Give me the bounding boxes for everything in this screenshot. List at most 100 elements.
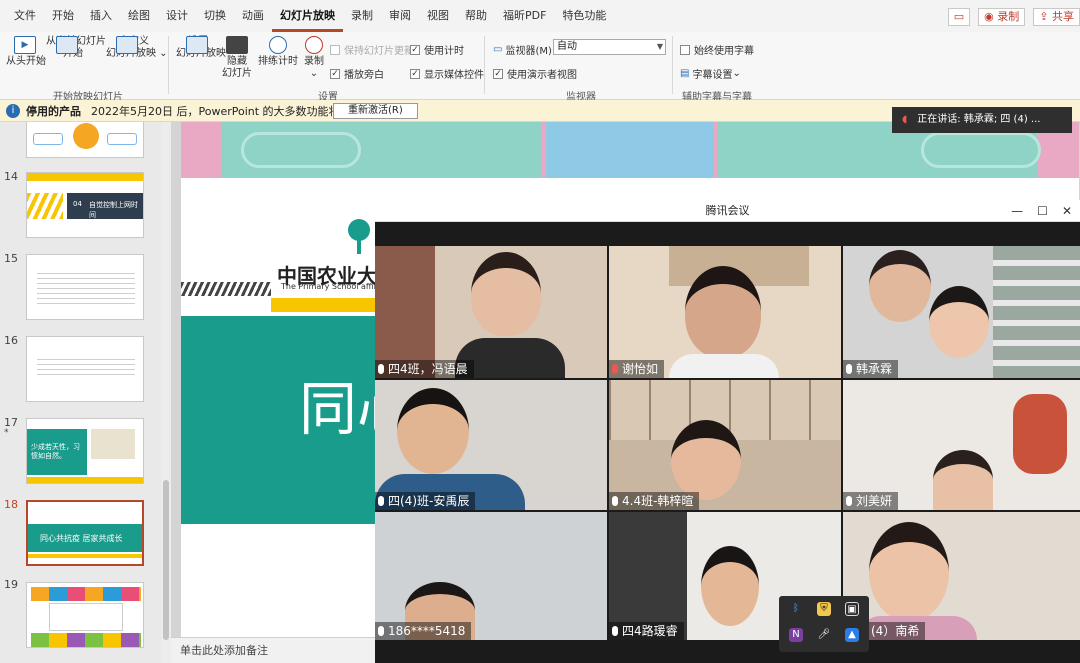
- tab-file[interactable]: 文件: [6, 0, 44, 32]
- comments-icon[interactable]: ▭: [947, 8, 971, 26]
- tab-features[interactable]: 特色功能: [554, 0, 614, 32]
- always-subtitles-checkbox[interactable]: 始终使用字幕: [680, 42, 754, 57]
- security-shield-icon[interactable]: ⛨: [817, 602, 831, 616]
- ribbon-tab-bar: 文件 开始 插入 绘图 设计 切换 动画 幻灯片放映 录制 审阅 视图 帮助 福…: [0, 0, 1080, 32]
- keep-updated-checkbox[interactable]: 保持幻灯片更新: [330, 42, 414, 57]
- subtitle-icon: ▤: [680, 68, 690, 79]
- tab-foxit-pdf[interactable]: 福昕PDF: [495, 0, 554, 32]
- participant-face: [397, 388, 469, 474]
- slide-yellow-bar: [271, 298, 381, 312]
- mic-icon: [846, 364, 852, 374]
- monitor-select[interactable]: 自动 ▼: [553, 39, 666, 55]
- close-icon[interactable]: ✕: [1062, 200, 1072, 222]
- participant-tile[interactable]: 四4班，冯语晨: [375, 246, 607, 378]
- participant-tile[interactable]: 谢怡如: [609, 246, 841, 378]
- hide-slide-button[interactable]: 隐藏 幻灯片: [222, 36, 252, 80]
- participant-body: [669, 354, 779, 378]
- tab-review[interactable]: 审阅: [381, 0, 419, 32]
- slide-cloud-pattern: [241, 132, 361, 168]
- slide-thumbnail-16[interactable]: [26, 336, 144, 402]
- participant-tile[interactable]: 四(4)班-安禹辰: [375, 380, 607, 510]
- mic-icon: [612, 626, 618, 636]
- notes-pane[interactable]: 单击此处添加备注: [171, 637, 376, 663]
- record-button[interactable]: ◉ 录制: [978, 8, 1026, 26]
- tab-view[interactable]: 视图: [419, 0, 457, 32]
- minimize-icon[interactable]: —: [1011, 200, 1023, 222]
- subtitle-settings-button[interactable]: ▤ 字幕设置 ⌄: [680, 66, 741, 81]
- display-icon[interactable]: ▣: [845, 602, 859, 616]
- participant-face: [671, 420, 741, 500]
- tab-home[interactable]: 开始: [44, 0, 82, 32]
- microphone-icon[interactable]: 🎤︎: [817, 628, 831, 642]
- top-right-actions: ▭ ◉ 录制 ⇪ 共享: [947, 8, 1080, 26]
- slide-thumbnail-19[interactable]: [26, 582, 144, 648]
- slide-thumbnail-14[interactable]: 04 自觉控制上网时间: [26, 172, 144, 238]
- check-icon: ✓: [410, 68, 420, 79]
- participant-face: [933, 450, 993, 510]
- record-dot-icon: ◉: [984, 10, 998, 23]
- slide-thumbnail-panel: 14 04 自觉控制上网时间 15 16 17 * 少成若天性，习惯如自然。 1…: [0, 122, 162, 663]
- tencent-meeting-window: 腾讯会议 — ☐ ✕ 四4班，冯语晨 谢怡如 韩承霖 四(4)班-安禹辰 4.4…: [375, 200, 1080, 663]
- share-button[interactable]: ⇪ 共享: [1033, 8, 1080, 26]
- show-media-controls-checkbox[interactable]: ✓ 显示媒体控件: [410, 66, 484, 81]
- participant-tile[interactable]: 韩承霖: [843, 246, 1080, 378]
- meeting-titlebar: 腾讯会议 — ☐ ✕: [375, 200, 1080, 222]
- clock-icon: [269, 36, 287, 54]
- thumb-frame: [49, 603, 123, 631]
- tab-help[interactable]: 帮助: [457, 0, 495, 32]
- slide-thumbnail-13[interactable]: [26, 122, 144, 158]
- participant-tile[interactable]: 4.4班-韩梓暄: [609, 380, 841, 510]
- tab-transitions[interactable]: 切换: [196, 0, 234, 32]
- slide-number: 14: [4, 170, 18, 183]
- participant-tile[interactable]: 刘美妍: [843, 380, 1080, 510]
- bookshelf: [993, 246, 1080, 378]
- participant-tile[interactable]: (4）南希: [843, 512, 1080, 640]
- slide-thumbnail-15[interactable]: [26, 254, 144, 320]
- tab-design[interactable]: 设计: [158, 0, 196, 32]
- tab-slideshow[interactable]: 幻灯片放映: [272, 0, 343, 32]
- onenote-icon[interactable]: N: [789, 628, 803, 642]
- check-icon: ✓: [410, 44, 420, 55]
- presenter-view-checkbox[interactable]: ✓ 使用演示者视图: [493, 66, 577, 81]
- notice-title: 停用的产品: [26, 104, 81, 118]
- check-icon: ✓: [330, 68, 340, 79]
- slide-number: 19: [4, 578, 18, 591]
- custom-slideshow-button[interactable]: 自定义 幻灯片放映 ⌄: [106, 36, 168, 60]
- from-start-button[interactable]: 从头开始: [6, 36, 46, 68]
- wall-decoration: [1013, 394, 1067, 474]
- rehearse-timings-button[interactable]: 排练计时: [258, 36, 298, 68]
- slide-number: 18: [4, 498, 18, 511]
- slide-thumbnail-17[interactable]: 少成若天性，习惯如自然。: [26, 418, 144, 484]
- tab-animations[interactable]: 动画: [234, 0, 272, 32]
- microphone-icon: ◖: [902, 114, 908, 125]
- thumb-photo: [91, 429, 135, 459]
- participant-face: [869, 522, 949, 622]
- use-timings-checkbox[interactable]: ✓ 使用计时: [410, 42, 464, 57]
- participant-face: [701, 546, 759, 626]
- participant-face: [869, 250, 931, 322]
- play-narration-checkbox[interactable]: ✓ 播放旁白: [330, 66, 384, 81]
- system-tray-popup: ᛒ ⛨ ▣ N 🎤︎ ▲: [779, 596, 869, 652]
- image-app-icon[interactable]: ▲: [845, 628, 859, 642]
- from-current-button[interactable]: 从当前幻灯片 开始: [46, 36, 106, 60]
- maximize-icon[interactable]: ☐: [1037, 200, 1048, 222]
- custom-show-icon: [116, 36, 138, 54]
- participant-face: [929, 286, 989, 358]
- thumbnail-scrollbar[interactable]: [161, 122, 171, 663]
- info-icon: i: [6, 103, 20, 118]
- slide-cloud-pattern: [921, 132, 1041, 168]
- setup-slideshow-button[interactable]: 设置 幻灯片放映: [176, 36, 226, 60]
- slide-thumbnail-18[interactable]: 同心共抗疫 居家共成长: [26, 500, 144, 566]
- record-slideshow-button[interactable]: 录制 ⌄: [302, 36, 326, 80]
- participant-tile[interactable]: 186****5418: [375, 512, 607, 640]
- reactivate-button[interactable]: 重新激活(R): [333, 103, 418, 119]
- tab-draw[interactable]: 绘图: [120, 0, 158, 32]
- hide-slide-icon: [226, 36, 248, 54]
- tab-insert[interactable]: 插入: [82, 0, 120, 32]
- slide-number: 16: [4, 334, 18, 347]
- mic-icon: [846, 496, 852, 506]
- tab-record[interactable]: 录制: [343, 0, 381, 32]
- chevron-down-icon: ⌄: [309, 68, 319, 79]
- bluetooth-icon[interactable]: ᛒ: [789, 602, 803, 616]
- check-icon: ✓: [493, 68, 503, 79]
